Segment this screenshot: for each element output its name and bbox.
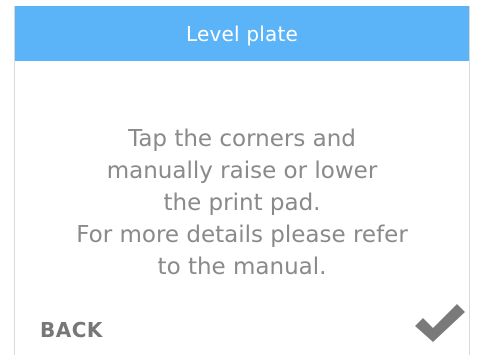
- instruction-line: the print pad.: [163, 190, 321, 216]
- confirm-button[interactable]: [413, 300, 467, 346]
- header-bar: Level plate: [15, 6, 469, 61]
- instruction-message: Tap the corners and manually raise or lo…: [15, 123, 469, 283]
- instruction-line: For more details please refer: [76, 222, 408, 248]
- instruction-line: Tap the corners and: [128, 126, 356, 152]
- instruction-line: to the manual.: [157, 254, 327, 280]
- checkmark-icon: [415, 304, 465, 342]
- back-button[interactable]: BACK: [40, 318, 103, 342]
- page-title: Level plate: [185, 21, 298, 46]
- level-plate-screen: Level plate Tap the corners and manually…: [14, 6, 470, 355]
- instruction-line: manually raise or lower: [106, 158, 378, 184]
